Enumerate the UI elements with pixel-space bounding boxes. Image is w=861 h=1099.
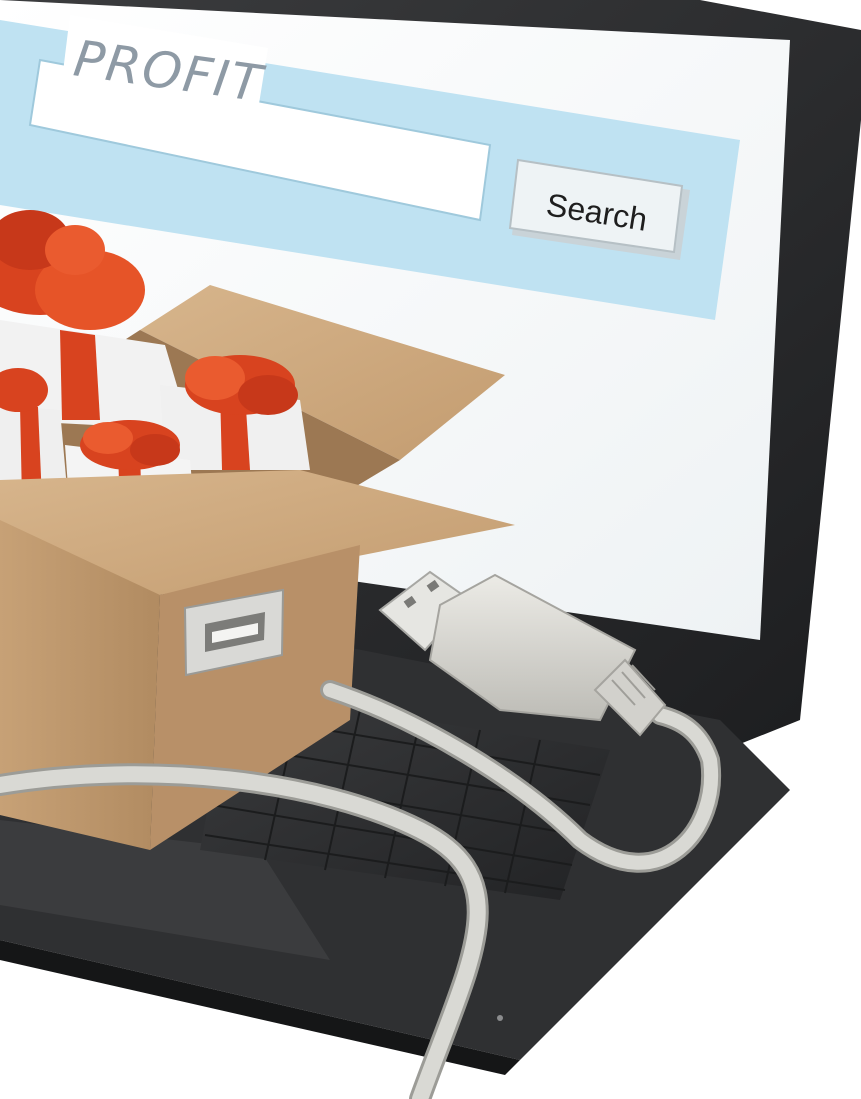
laptop-shopping-illustration: PROFIT Search xyxy=(0,0,861,1099)
illustration-scene: PROFIT Search xyxy=(0,0,861,1099)
power-led xyxy=(497,1015,503,1021)
